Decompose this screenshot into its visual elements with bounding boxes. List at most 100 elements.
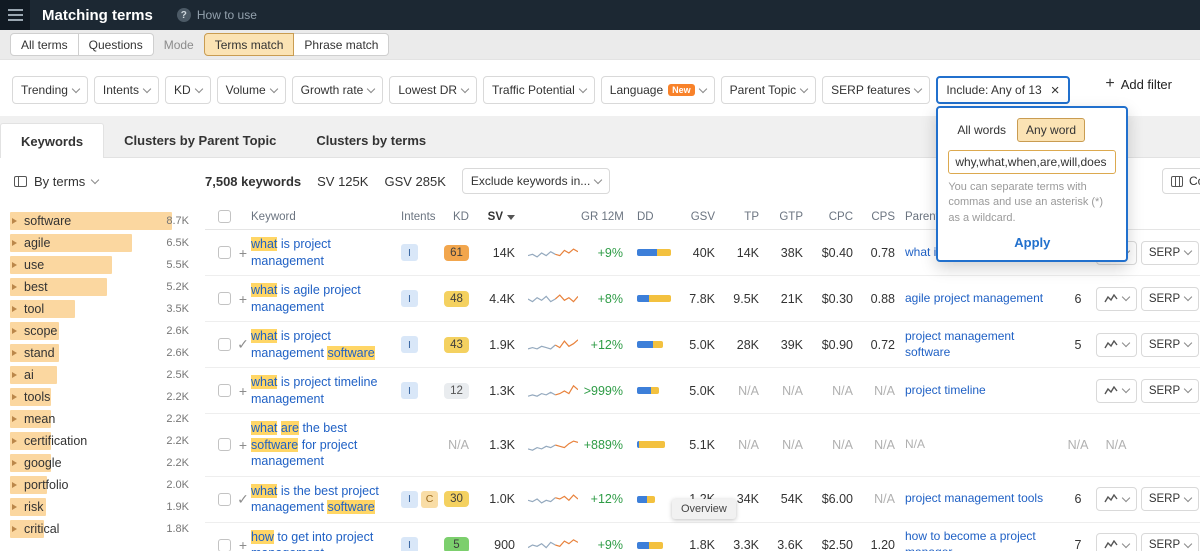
row-select-cell: + — [205, 537, 251, 551]
header-tp[interactable]: TP — [725, 211, 769, 223]
chevron-down-icon — [367, 84, 375, 92]
keyword-text: the best — [299, 421, 347, 435]
by-terms-selector[interactable]: By terms — [0, 174, 205, 189]
select-all-checkbox[interactable] — [218, 210, 231, 223]
row-checkbox[interactable] — [218, 338, 231, 351]
close-icon[interactable]: × — [1051, 83, 1060, 98]
parent-topic-link[interactable]: project management software — [905, 329, 1014, 359]
add-to-list-icon[interactable]: + — [237, 245, 249, 261]
sidebar-term-scope[interactable]: scope2.6K — [0, 320, 205, 342]
serp-button[interactable]: SERP — [1141, 379, 1199, 403]
apply-button[interactable]: Apply — [1014, 235, 1050, 250]
hamburger-menu-button[interactable] — [0, 0, 30, 30]
sidebar-term-risk[interactable]: risk1.9K — [0, 496, 205, 518]
view-tab-keywords[interactable]: Keywords — [0, 123, 104, 158]
added-check-icon[interactable]: ✓ — [237, 491, 249, 508]
include-filter-chip[interactable]: Include: Any of 13 × — [936, 76, 1069, 104]
sidebar-term-mean[interactable]: mean2.2K — [0, 408, 205, 430]
row-checkbox[interactable] — [218, 493, 231, 506]
sidebar-term-critical[interactable]: critical1.8K — [0, 518, 205, 540]
filter-chip-volume[interactable]: Volume — [217, 76, 286, 104]
filter-chip-trending[interactable]: Trending — [12, 76, 88, 104]
sidebar-term-google[interactable]: google2.2K — [0, 452, 205, 474]
view-tab-clusters-by-parent-topic[interactable]: Clusters by Parent Topic — [104, 123, 296, 157]
add-to-list-icon[interactable]: + — [237, 383, 249, 399]
sidebar-term-portfolio[interactable]: portfolio2.0K — [0, 474, 205, 496]
keyword-link[interactable]: what is project management software — [251, 329, 375, 360]
tp-cell-value: 34K — [737, 492, 759, 506]
parent-topic-link[interactable]: project management tools — [905, 491, 1043, 505]
sidebar-term-best[interactable]: best5.2K — [0, 276, 205, 298]
position-history-button[interactable] — [1096, 379, 1137, 403]
header-cpc[interactable]: CPC — [813, 211, 863, 223]
how-to-use-button[interactable]: ? How to use — [177, 8, 257, 22]
sidebar-term-ai[interactable]: ai2.5K — [0, 364, 205, 386]
keyword-link[interactable]: what are the best software for project m… — [251, 421, 357, 468]
include-terms-input[interactable] — [948, 150, 1116, 174]
row-checkbox[interactable] — [218, 438, 231, 451]
parent-topic-link[interactable]: project timeline — [905, 383, 986, 397]
row-checkbox[interactable] — [218, 292, 231, 305]
kd-badge: 5 — [444, 537, 469, 551]
filter-chip-intents[interactable]: Intents — [94, 76, 159, 104]
filter-chip-language[interactable]: LanguageNew — [601, 76, 715, 104]
serp-button[interactable]: SERP — [1141, 533, 1199, 551]
scope-tab-questions[interactable]: Questions — [79, 33, 154, 56]
view-tab-clusters-by-terms[interactable]: Clusters by terms — [296, 123, 446, 157]
dd-bar-blue — [637, 496, 647, 503]
sidebar-term-tools[interactable]: tools2.2K — [0, 386, 205, 408]
header-keyword[interactable]: Keyword — [251, 211, 401, 223]
keyword-link[interactable]: how to get into project management — [251, 530, 373, 551]
keyword-link[interactable]: what is project timeline management — [251, 375, 377, 406]
serp-button[interactable]: SERP — [1141, 333, 1199, 357]
add-to-list-icon[interactable]: + — [237, 537, 249, 551]
scope-tab-all-terms[interactable]: All terms — [10, 33, 79, 56]
filter-chip-growth-rate[interactable]: Growth rate — [292, 76, 384, 104]
serp-button[interactable]: SERP — [1141, 487, 1199, 511]
columns-button[interactable]: Col — [1162, 168, 1200, 194]
header-intents[interactable]: Intents — [401, 211, 443, 223]
filter-chip-lowest-dr[interactable]: Lowest DR — [389, 76, 477, 104]
keyword-link[interactable]: what is agile project management — [251, 283, 361, 314]
header-cps[interactable]: CPS — [863, 211, 905, 223]
add-to-list-icon[interactable]: + — [237, 437, 249, 453]
include-tab-all-words[interactable]: All words — [948, 118, 1015, 142]
sidebar-term-tool[interactable]: tool3.5K — [0, 298, 205, 320]
position-history-button[interactable] — [1096, 333, 1137, 357]
sidebar-term-software[interactable]: software8.7K — [0, 210, 205, 232]
row-checkbox[interactable] — [218, 246, 231, 259]
serp-button[interactable]: SERP — [1141, 287, 1199, 311]
filter-chip-serp-features[interactable]: SERP features — [822, 76, 930, 104]
sidebar-term-use[interactable]: use5.5K — [0, 254, 205, 276]
include-tab-any-word[interactable]: Any word — [1017, 118, 1085, 142]
header-dd[interactable]: DD — [633, 211, 681, 223]
mode-tab-terms-match[interactable]: Terms match — [204, 33, 295, 56]
sidebar-term-agile[interactable]: agile6.5K — [0, 232, 205, 254]
position-history-button[interactable] — [1096, 487, 1137, 511]
filter-chip-kd[interactable]: KD — [165, 76, 211, 104]
header-kd[interactable]: KD — [443, 211, 479, 223]
position-history-button[interactable] — [1096, 287, 1137, 311]
filter-chip-parent-topic[interactable]: Parent Topic — [721, 76, 817, 104]
header-sv[interactable]: SV — [479, 211, 525, 223]
serp-button[interactable]: SERP — [1141, 241, 1199, 265]
add-to-list-icon[interactable]: + — [237, 291, 249, 307]
exclude-keywords-button[interactable]: Exclude keywords in... — [462, 168, 610, 194]
header-gtp[interactable]: GTP — [769, 211, 813, 223]
mode-tab-phrase-match[interactable]: Phrase match — [294, 33, 389, 56]
header-gsv[interactable]: GSV — [681, 211, 725, 223]
header-gr[interactable]: GR 12M — [581, 211, 633, 223]
added-check-icon[interactable]: ✓ — [237, 336, 249, 353]
keyword-link[interactable]: what is project management — [251, 237, 331, 268]
term-count: 2.0K — [166, 479, 189, 491]
sidebar-term-stand[interactable]: stand2.6K — [0, 342, 205, 364]
row-checkbox[interactable] — [218, 384, 231, 397]
parent-topic-link[interactable]: agile project management — [905, 291, 1043, 305]
position-history-button[interactable] — [1096, 533, 1137, 551]
keyword-link[interactable]: what is the best project management soft… — [251, 484, 379, 515]
sidebar-term-certification[interactable]: certification2.2K — [0, 430, 205, 452]
parent-topic-link[interactable]: how to become a project manager — [905, 529, 1036, 551]
row-checkbox[interactable] — [218, 539, 231, 551]
filter-chip-traffic-potential[interactable]: Traffic Potential — [483, 76, 595, 104]
add-filter-button[interactable]: + Add filter — [1105, 76, 1188, 92]
